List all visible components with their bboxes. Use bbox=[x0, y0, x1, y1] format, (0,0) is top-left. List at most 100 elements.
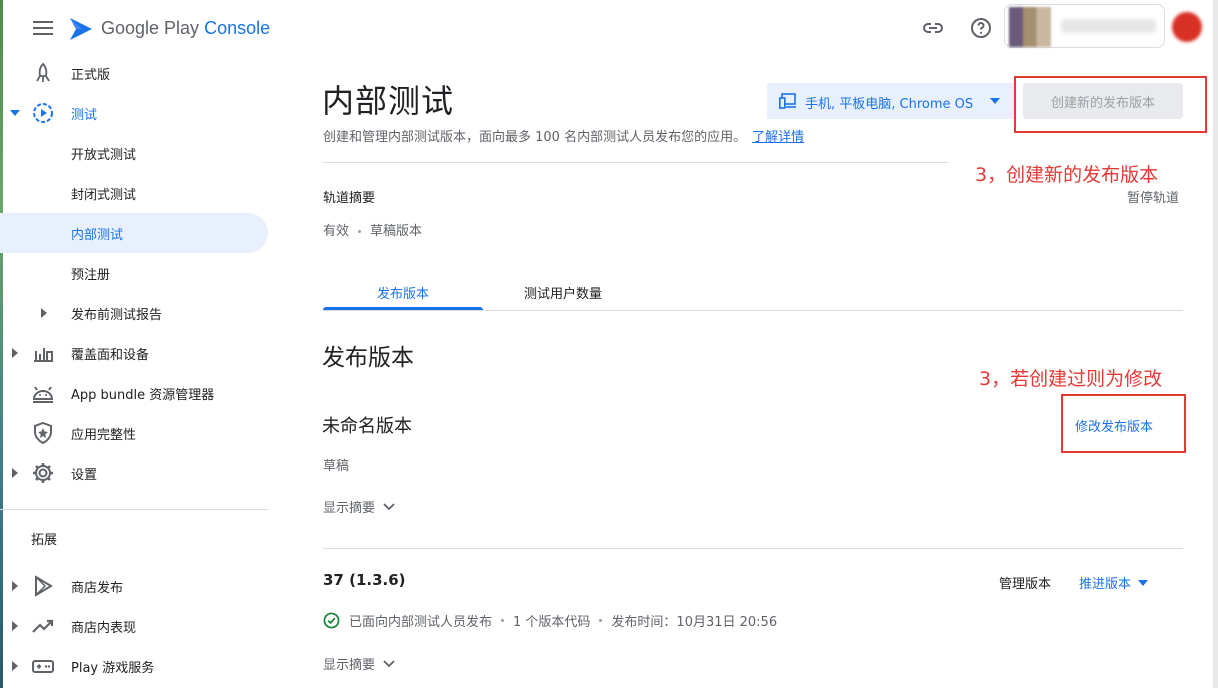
sidebar-item-label: 预注册 bbox=[71, 267, 111, 283]
tabs-divider bbox=[323, 310, 1183, 311]
account-thumbnail bbox=[1009, 7, 1051, 47]
sidebar-item-store-presence[interactable]: 商店发布 bbox=[0, 566, 268, 606]
trending-icon bbox=[32, 619, 54, 633]
sidebar-item-label: 商店内表现 bbox=[71, 620, 137, 636]
chevron-right-icon bbox=[12, 661, 18, 671]
promote-release-label: 推进版本 bbox=[1079, 577, 1132, 592]
sidebar-item-label: 测试 bbox=[71, 107, 98, 123]
device-selector[interactable]: 手机, 平板电脑, Chrome OS bbox=[767, 83, 1015, 119]
sidebar-item-label: 覆盖面和设备 bbox=[71, 347, 150, 363]
play-console-logo-icon bbox=[70, 18, 92, 40]
release-divider bbox=[323, 548, 1183, 549]
show-summary-label: 显示摘要 bbox=[323, 658, 376, 673]
track-status: 有效 草稿版本 bbox=[323, 220, 422, 239]
annotation-box-create bbox=[1014, 76, 1207, 133]
page-description: 创建和管理内部测试版本，面向最多 100 名内部测试人员发布您的应用。 了解详情 bbox=[323, 126, 804, 145]
scrollbar[interactable] bbox=[1213, 0, 1218, 688]
menu-icon[interactable] bbox=[33, 21, 53, 37]
annotation-create: 3，创建新的发布版本 bbox=[975, 164, 1159, 186]
chevron-right-icon bbox=[12, 348, 18, 358]
sidebar-item-label: 应用完整性 bbox=[71, 427, 137, 443]
chevron-right-icon bbox=[41, 308, 47, 318]
page-title: 内部测试 bbox=[322, 82, 455, 120]
sidebar-item-app-bundle-explorer[interactable]: App bundle 资源管理器 bbox=[0, 373, 268, 413]
android-icon bbox=[32, 386, 54, 403]
sidebar-item-internal-testing[interactable]: 内部测试 bbox=[0, 213, 268, 253]
avatar[interactable] bbox=[1172, 12, 1202, 42]
manage-release-button[interactable]: 管理版本 bbox=[999, 573, 1051, 592]
releases-section-title: 发布版本 bbox=[322, 345, 414, 371]
gear-icon bbox=[33, 463, 53, 483]
chevron-down-icon bbox=[10, 110, 20, 116]
chevron-right-icon bbox=[12, 468, 18, 478]
brand-console: Console bbox=[204, 18, 271, 38]
sidebar-section-label: 拓展 bbox=[31, 533, 58, 548]
chevron-down-icon bbox=[383, 659, 395, 667]
account-switcher[interactable] bbox=[1004, 4, 1165, 48]
separator-dot bbox=[501, 619, 505, 622]
sidebar-item-label: App bundle 资源管理器 bbox=[71, 387, 215, 403]
devices-icon bbox=[779, 93, 796, 109]
sidebar-item-label: 正式版 bbox=[71, 67, 111, 83]
show-summary-label: 显示摘要 bbox=[323, 501, 376, 516]
track-summary-label: 轨道摘要 bbox=[323, 191, 376, 206]
show-summary-toggle[interactable]: 显示摘要 bbox=[323, 497, 395, 516]
learn-more-link[interactable]: 了解详情 bbox=[752, 130, 804, 145]
sidebar-item-open-testing[interactable]: 开放式测试 bbox=[0, 133, 268, 173]
chevron-right-icon bbox=[12, 581, 18, 591]
release-37-published: 发布时间：10月31日 20:56 bbox=[611, 615, 778, 630]
sidebar-item-store-performance[interactable]: 商店内表现 bbox=[0, 606, 268, 646]
play-icon bbox=[35, 575, 53, 597]
draft-release-name: 未命名版本 bbox=[322, 416, 412, 437]
sidebar-item-preregistration[interactable]: 预注册 bbox=[0, 253, 268, 293]
sidebar-item-app-integrity[interactable]: 应用完整性 bbox=[0, 413, 268, 453]
brand-logo: Google Play Console bbox=[101, 18, 270, 39]
annotation-edit: 3，若创建过则为修改 bbox=[979, 368, 1163, 390]
sidebar-item-testing[interactable]: 测试 bbox=[0, 93, 268, 133]
show-summary-toggle-37[interactable]: 显示摘要 bbox=[323, 654, 395, 673]
release-37-status: 已面向内部测试人员发布 1 个版本代码 发布时间：10月31日 20:56 bbox=[323, 611, 777, 630]
device-selector-label: 手机, 平板电脑, Chrome OS bbox=[805, 97, 974, 112]
dropdown-arrow-icon bbox=[990, 98, 1000, 104]
tab-testers[interactable]: 测试用户数量 bbox=[483, 272, 643, 312]
release-37-status-text: 已面向内部测试人员发布 bbox=[349, 615, 493, 630]
sidebar-item-reach-devices[interactable]: 覆盖面和设备 bbox=[0, 333, 268, 373]
draft-release-status: 草稿 bbox=[323, 459, 350, 474]
pause-track-button[interactable]: 暂停轨道 bbox=[1127, 187, 1179, 206]
chevron-right-icon bbox=[12, 621, 18, 631]
sidebar-item-prelaunch-report[interactable]: 发布前测试报告 bbox=[0, 293, 268, 333]
sidebar-item-label: 开放式测试 bbox=[71, 147, 137, 163]
track-status-active: 有效 bbox=[323, 224, 350, 239]
link-icon[interactable] bbox=[921, 16, 945, 40]
track-status-draft: 草稿版本 bbox=[370, 224, 423, 239]
release-37-codes: 1 个版本代码 bbox=[513, 615, 591, 630]
sidebar-item-play-games[interactable]: Play 游戏服务 bbox=[0, 646, 268, 686]
annotation-box-edit bbox=[1061, 394, 1186, 453]
sidebar-item-production[interactable]: 正式版 bbox=[0, 53, 268, 93]
sidebar-item-label: Play 游戏服务 bbox=[71, 660, 155, 676]
release-37-name: 37 (1.3.6) bbox=[323, 571, 406, 589]
sidebar-item-closed-testing[interactable]: 封闭式测试 bbox=[0, 173, 268, 213]
bar-chart-icon bbox=[34, 348, 53, 362]
page-description-text: 创建和管理内部测试版本，面向最多 100 名内部测试人员发布您的应用。 bbox=[323, 130, 747, 145]
chevron-down-icon bbox=[383, 502, 395, 510]
sidebar-item-settings[interactable]: 设置 bbox=[0, 453, 268, 493]
tab-releases[interactable]: 发布版本 bbox=[323, 272, 483, 312]
help-icon[interactable] bbox=[969, 16, 993, 40]
separator-dot bbox=[358, 230, 362, 233]
play-circle-icon bbox=[33, 103, 53, 123]
sidebar-item-label: 内部测试 bbox=[71, 227, 124, 243]
promote-release-button[interactable]: 推进版本 bbox=[1079, 573, 1149, 592]
sidebar-item-label: 商店发布 bbox=[71, 580, 124, 596]
check-circle-icon bbox=[323, 612, 340, 629]
shield-icon bbox=[34, 421, 52, 445]
brand-main: Google Play bbox=[101, 18, 200, 38]
gamepad-icon bbox=[32, 660, 54, 673]
sidebar-item-label: 设置 bbox=[71, 467, 98, 483]
dropdown-arrow-icon bbox=[1138, 579, 1149, 586]
account-name-redacted bbox=[1061, 19, 1156, 33]
rocket-icon bbox=[36, 62, 50, 82]
sidebar-item-label: 发布前测试报告 bbox=[71, 307, 163, 323]
header-divider bbox=[323, 162, 948, 163]
sidebar-divider bbox=[0, 509, 268, 510]
